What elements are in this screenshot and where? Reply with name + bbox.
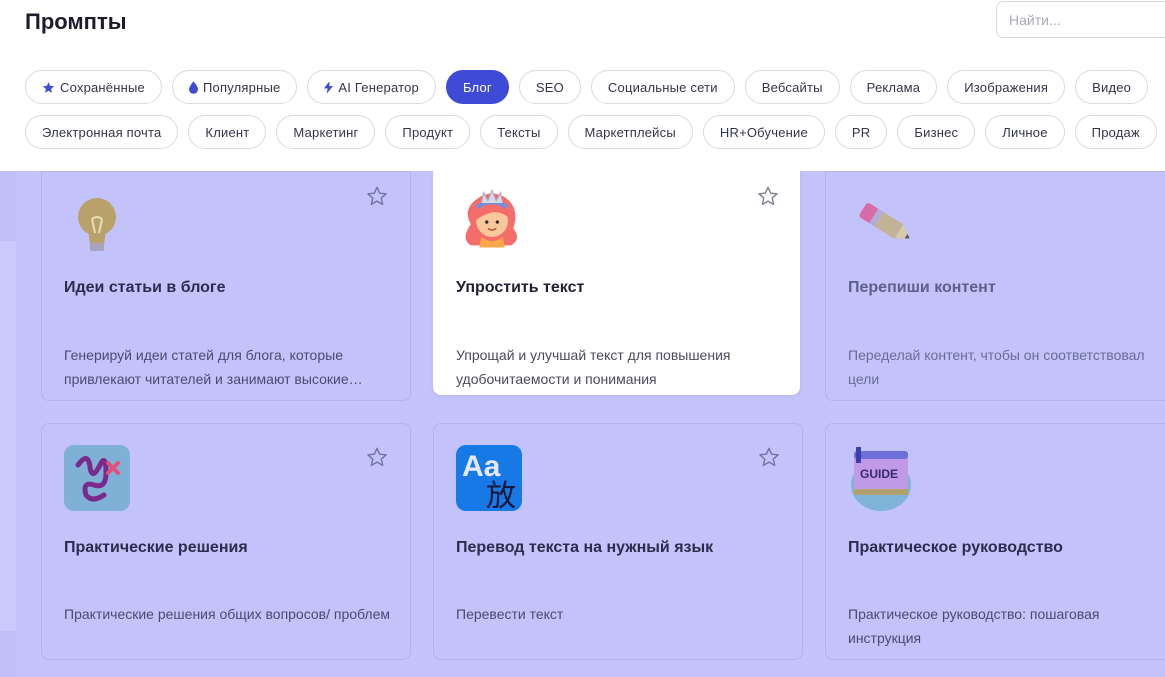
squiggle-icon bbox=[64, 445, 130, 511]
chip-label: Вебсайты bbox=[761, 79, 823, 95]
prompt-card-practical-solutions[interactable]: Практические решения Практические решени… bbox=[41, 423, 411, 660]
header: Промпты Сохранённые Популярные AI Генера… bbox=[0, 0, 1165, 171]
guide-book-icon: GUIDE bbox=[848, 445, 914, 511]
card-title: Практическое руководство bbox=[848, 539, 1063, 556]
category-chip-hr[interactable]: HR+Обучение bbox=[702, 115, 825, 149]
card-description: Практическое руководство: пошаговая инст… bbox=[848, 606, 1100, 646]
pencil-icon bbox=[859, 203, 910, 239]
star-icon[interactable] bbox=[757, 185, 779, 207]
chip-label: Блог bbox=[462, 79, 492, 95]
category-chip-popular[interactable]: Популярные bbox=[171, 70, 298, 104]
category-chip-pr[interactable]: PR bbox=[834, 115, 888, 149]
card-description: Упрощай и улучшай текст для повышения уд… bbox=[456, 347, 731, 387]
category-chip-email[interactable]: Электронная почта bbox=[25, 115, 179, 149]
star-icon[interactable] bbox=[366, 446, 388, 468]
category-chip-business[interactable]: Бизнес bbox=[897, 115, 976, 149]
chip-label: Продукт bbox=[402, 124, 454, 140]
category-chip-personal[interactable]: Личное bbox=[985, 115, 1065, 149]
guide-label: GUIDE bbox=[860, 467, 899, 481]
category-chip-saved[interactable]: Сохранённые bbox=[25, 70, 162, 104]
drop-icon bbox=[188, 80, 198, 94]
chip-label: Изображения bbox=[964, 79, 1049, 95]
prompt-card-simplify-text[interactable]: Упростить текст Упрощай и улучшай текст … bbox=[433, 171, 800, 395]
card-description: Переделай контент, чтобы он соответствов… bbox=[848, 347, 1145, 387]
bolt-icon bbox=[324, 80, 334, 94]
chip-label: Маркетинг bbox=[293, 124, 359, 140]
search-input[interactable] bbox=[996, 1, 1165, 38]
chip-label: Реклама bbox=[866, 79, 921, 95]
card-title: Перепиши контент bbox=[848, 279, 996, 296]
category-chip-product[interactable]: Продукт bbox=[385, 115, 471, 149]
card-description: Практические решения общих вопросов/ про… bbox=[64, 606, 390, 622]
category-chip-marketing[interactable]: Маркетинг bbox=[276, 115, 376, 149]
category-row-1: Сохранённые Популярные AI Генератор Блог… bbox=[25, 70, 1149, 104]
page-title: Промпты bbox=[25, 9, 127, 34]
category-chip-ai-generator[interactable]: AI Генератор bbox=[307, 70, 436, 104]
chip-label: Тексты bbox=[497, 124, 541, 140]
chip-label: Маркетплейсы bbox=[584, 124, 676, 140]
card-title: Практические решения bbox=[64, 539, 248, 556]
chip-label: HR+Обучение bbox=[719, 124, 808, 140]
chip-label: Личное bbox=[1002, 124, 1048, 140]
card-title: Идеи статьи в блоге bbox=[64, 279, 226, 296]
category-chip-blog[interactable]: Блог bbox=[445, 70, 509, 104]
translate-icon-cjk: 放 bbox=[486, 479, 516, 511]
chip-label: Клиент bbox=[205, 124, 250, 140]
sidebar-edge bbox=[0, 171, 16, 677]
category-row-2: Электронная почта Клиент Маркетинг Проду… bbox=[25, 115, 1157, 149]
girl-avatar-icon bbox=[465, 188, 518, 248]
chip-label: Электронная почта bbox=[42, 124, 162, 140]
category-chip-video[interactable]: Видео bbox=[1075, 70, 1149, 104]
prompt-card-practical-guide[interactable]: GUIDE Практическое руководство Практичес… bbox=[825, 423, 1165, 660]
category-chip-websites[interactable]: Вебсайты bbox=[744, 70, 840, 104]
chip-label: SEO bbox=[535, 79, 564, 95]
chip-label: Социальные сети bbox=[607, 79, 718, 95]
chip-label: AI Генератор bbox=[338, 79, 419, 95]
category-chip-marketplaces[interactable]: Маркетплейсы bbox=[567, 115, 693, 149]
card-title: Упростить текст bbox=[456, 279, 585, 296]
prompt-card-blog-ideas[interactable]: Идеи статьи в блоге Генерируй идеи стате… bbox=[41, 171, 411, 401]
category-chip-seo[interactable]: SEO bbox=[518, 70, 581, 104]
category-chip-social[interactable]: Социальные сети bbox=[590, 70, 735, 104]
category-chip-ads[interactable]: Реклама bbox=[849, 70, 938, 104]
card-title: Перевод текста на нужный язык bbox=[456, 539, 714, 556]
translate-icon: Aa 放 bbox=[456, 445, 522, 511]
chip-label: Популярные bbox=[202, 79, 281, 95]
chip-label: Видео bbox=[1092, 79, 1132, 95]
star-icon[interactable] bbox=[758, 446, 780, 468]
chip-label: Продаж bbox=[1091, 124, 1140, 140]
lightbulb-icon bbox=[78, 198, 116, 251]
chip-label: PR bbox=[851, 124, 871, 140]
star-icon[interactable] bbox=[366, 185, 388, 207]
category-chip-client[interactable]: Клиент bbox=[188, 115, 267, 149]
star-icon bbox=[42, 81, 55, 93]
card-description: Генерируй идеи статей для блога, которые… bbox=[64, 347, 363, 387]
chip-label: Сохранённые bbox=[60, 79, 145, 95]
chip-label: Бизнес bbox=[914, 124, 959, 140]
card-description: Перевести текст bbox=[456, 606, 564, 622]
category-chip-images[interactable]: Изображения bbox=[947, 70, 1066, 104]
prompt-card-translate-text[interactable]: Aa 放 Перевод текста на нужный язык Перев… bbox=[433, 423, 803, 660]
category-chip-sales[interactable]: Продаж bbox=[1074, 115, 1157, 149]
category-chip-texts[interactable]: Тексты bbox=[480, 115, 558, 149]
prompt-card-rewrite-content[interactable]: Перепиши контент Переделай контент, чтоб… bbox=[825, 171, 1165, 401]
